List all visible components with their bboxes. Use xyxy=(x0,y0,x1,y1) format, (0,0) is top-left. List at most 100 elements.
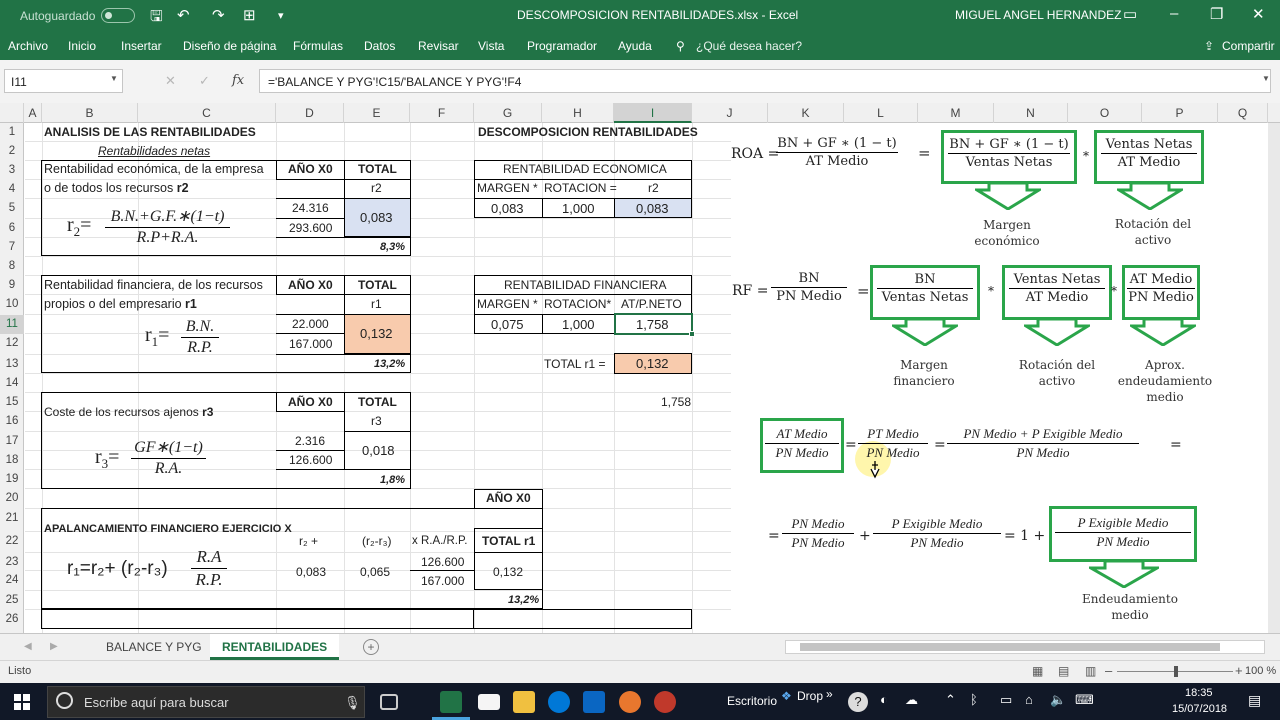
row-header[interactable]: 14 xyxy=(0,374,24,393)
col-header-k[interactable]: K xyxy=(768,103,844,123)
cell-b3[interactable]: Rentabilidad económica, de la empresa xyxy=(44,161,264,178)
windows-start-icon[interactable] xyxy=(14,694,30,710)
cell-d11[interactable]: 22.000 xyxy=(292,316,329,333)
cell-b1[interactable]: ANALISIS DE LAS RENTABILIDADES xyxy=(44,124,256,141)
cell-g3[interactable]: RENTABILIDAD ECONOMICA xyxy=(503,161,667,178)
cell-e22[interactable]: (r₂-r₃) xyxy=(362,533,392,550)
customize-quick-access-icon[interactable]: ▾ xyxy=(278,9,284,22)
firefox-icon[interactable] xyxy=(619,691,641,713)
cell-i13[interactable]: 0,132 xyxy=(636,355,669,372)
sheet-tab-rentabilidades[interactable]: RENTABILIDADES xyxy=(210,634,340,660)
cell-d18[interactable]: 126.600 xyxy=(289,452,332,469)
cell-i4[interactable]: r2 xyxy=(648,180,659,197)
row-header[interactable]: 17 xyxy=(0,432,24,451)
cell-e9[interactable]: TOTAL xyxy=(358,277,397,294)
toolbar-overflow-icon[interactable]: » xyxy=(826,687,833,701)
col-header-e[interactable]: E xyxy=(344,103,410,123)
fill-handle[interactable] xyxy=(689,331,695,337)
notification-icon[interactable]: ◐ xyxy=(880,692,888,707)
cell-e10[interactable]: r1 xyxy=(371,296,382,313)
onedrive-icon[interactable]: ☁ xyxy=(905,692,918,708)
user-name[interactable]: MIGUEL ANGEL HERNANDEZ xyxy=(955,8,1121,22)
app-icon[interactable] xyxy=(654,691,676,713)
cell-g10[interactable]: MARGEN * xyxy=(477,296,538,313)
cancel-icon[interactable]: ✕ xyxy=(165,73,176,89)
cell-e3[interactable]: TOTAL xyxy=(358,161,397,178)
linkedin-icon[interactable] xyxy=(583,691,605,713)
enter-icon[interactable]: ✓ xyxy=(199,73,210,89)
row-header[interactable]: 11 xyxy=(0,315,24,334)
cell-f23[interactable]: 126.600 xyxy=(421,554,464,571)
language-icon[interactable]: ⌨ xyxy=(1075,692,1094,708)
desktop-toolbar-label[interactable]: Escritorio xyxy=(727,694,777,708)
row-header[interactable]: 6 xyxy=(0,219,24,238)
col-header-n[interactable]: N xyxy=(994,103,1068,123)
action-center-icon[interactable]: ▤ xyxy=(1248,692,1261,709)
col-header-m[interactable]: M xyxy=(918,103,994,123)
cell-h13[interactable]: TOTAL r1 = xyxy=(544,356,605,373)
cell-g25[interactable]: 13,2% xyxy=(508,592,539,609)
row-header[interactable]: 7 xyxy=(0,238,24,257)
col-header-g[interactable]: G xyxy=(474,103,542,123)
cell-d23[interactable]: 0,083 xyxy=(296,564,326,581)
minimize-icon[interactable]: – xyxy=(1170,5,1178,22)
row-header[interactable]: 4 xyxy=(0,180,24,199)
expand-formula-bar-icon[interactable]: ▼ xyxy=(1262,74,1270,83)
tab-insertar[interactable]: Insertar xyxy=(121,39,162,53)
col-header-q[interactable]: Q xyxy=(1218,103,1268,123)
cell-b9[interactable]: Rentabilidad financiera, de los recursos xyxy=(44,277,263,294)
cell-e15[interactable]: TOTAL xyxy=(358,394,397,411)
col-header-f[interactable]: F xyxy=(410,103,474,123)
horizontal-scrollbar-thumb[interactable] xyxy=(800,643,1220,651)
name-box-dropdown-icon[interactable]: ▼ xyxy=(110,74,118,83)
cell-b15[interactable]: Coste de los recursos ajenos r3 xyxy=(44,404,213,421)
cell-e4[interactable]: r2 xyxy=(371,180,382,197)
zoom-in-icon[interactable]: + xyxy=(1235,663,1243,678)
normal-view-icon[interactable]: ▦ xyxy=(1032,664,1043,678)
cell-g4[interactable]: MARGEN * xyxy=(477,180,538,197)
zoom-slider-thumb[interactable] xyxy=(1174,666,1178,677)
cell-d3[interactable]: AÑO X0 xyxy=(288,161,333,178)
network-icon[interactable]: ⌂ xyxy=(1025,692,1033,707)
row-header[interactable]: 18 xyxy=(0,451,24,470)
cell-g1[interactable]: DESCOMPOSICION RENTABILIDADES xyxy=(478,124,698,141)
row-header[interactable]: 21 xyxy=(0,509,24,528)
cell-i10[interactable]: AT/P.NETO xyxy=(621,296,682,313)
cell-i15[interactable]: 1,758 xyxy=(661,394,691,411)
row-header[interactable]: 25 xyxy=(0,591,24,610)
cell-f24[interactable]: 167.000 xyxy=(421,573,464,590)
close-icon[interactable]: ✕ xyxy=(1252,5,1265,23)
page-break-icon[interactable]: ▥ xyxy=(1085,664,1096,678)
horizontal-scrollbar[interactable] xyxy=(785,640,1265,654)
row-header[interactable]: 1 xyxy=(0,123,24,142)
zoom-out-icon[interactable]: – xyxy=(1105,663,1112,678)
volume-icon[interactable]: 🔈 xyxy=(1050,692,1066,708)
cell-i11[interactable]: 1,758 xyxy=(636,316,669,333)
row-header[interactable]: 8 xyxy=(0,257,24,276)
sheet-tab-balance[interactable]: BALANCE Y PYG xyxy=(94,634,214,660)
cell-b4[interactable]: o de todos los recursos r2 xyxy=(44,180,189,197)
cell-b10[interactable]: propios o del empresario r1 xyxy=(44,296,197,313)
row-header[interactable]: 15 xyxy=(0,393,24,412)
col-header-j[interactable]: J xyxy=(692,103,768,123)
col-header-o[interactable]: O xyxy=(1068,103,1142,123)
cell-d12[interactable]: 167.000 xyxy=(289,336,332,353)
row-header[interactable]: 26 xyxy=(0,610,24,629)
cell-g20[interactable]: AÑO X0 xyxy=(486,490,531,507)
row-header[interactable]: 19 xyxy=(0,470,24,489)
row-header[interactable]: 24 xyxy=(0,571,24,590)
tab-revisar[interactable]: Revisar xyxy=(418,39,459,53)
row-header[interactable]: 12 xyxy=(0,334,24,353)
mail-icon[interactable] xyxy=(478,694,500,710)
taskbar-search[interactable]: Escribe aquí para buscar 🎙 xyxy=(47,686,365,718)
add-sheet-icon[interactable]: + xyxy=(363,639,379,655)
save-icon[interactable]: 🖫 xyxy=(150,6,163,31)
share-button[interactable]: Compartir xyxy=(1222,39,1275,53)
cell-h10[interactable]: ROTACION* xyxy=(544,296,611,313)
cell-d6[interactable]: 293.600 xyxy=(289,220,332,237)
cell-e19[interactable]: 1,8% xyxy=(380,472,405,489)
cell-f22[interactable]: x R.A./R.P. xyxy=(412,533,467,550)
autosave-toggle[interactable] xyxy=(101,8,135,23)
cell-e7[interactable]: 8,3% xyxy=(380,239,405,256)
cell-h4[interactable]: ROTACION = xyxy=(544,180,617,197)
